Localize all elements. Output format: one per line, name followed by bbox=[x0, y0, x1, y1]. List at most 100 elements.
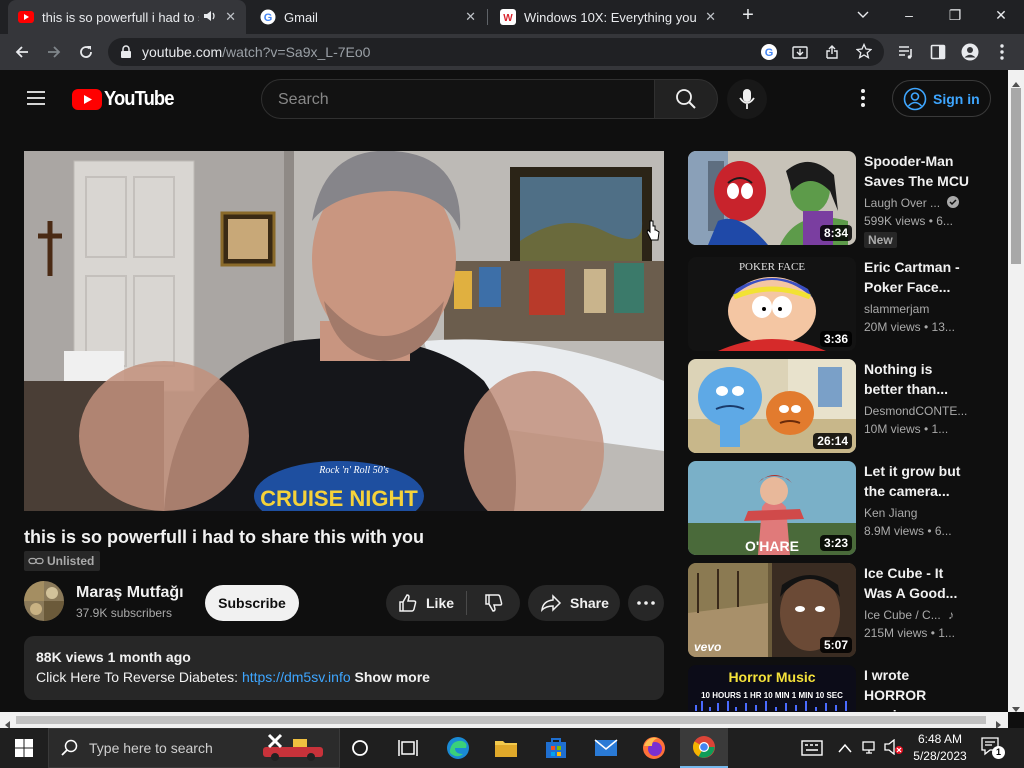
thumbnail-subcaption: 10 HOURS 1 HR 10 MIN 1 MIN 10 SEC bbox=[701, 691, 843, 700]
site-info-icon[interactable] bbox=[120, 45, 132, 64]
hamburger-menu-icon[interactable] bbox=[24, 86, 48, 115]
thumbnail-caption: Horror Music bbox=[728, 669, 815, 685]
back-arrow-icon[interactable] bbox=[10, 40, 34, 64]
close-tab-icon[interactable]: ✕ bbox=[225, 9, 236, 25]
restore-button[interactable]: ❐ bbox=[932, 0, 978, 30]
close-tab-icon[interactable]: ✕ bbox=[705, 9, 716, 25]
show-more-button[interactable]: Show more bbox=[351, 669, 430, 685]
recommended-title[interactable]: Spooder-Man Saves The MCU bbox=[864, 151, 974, 191]
recommended-video[interactable]: Horror Music 10 HOURS 1 HR 10 MIN 1 MIN … bbox=[688, 665, 988, 712]
reload-icon[interactable] bbox=[74, 40, 98, 64]
edge-browser-icon[interactable] bbox=[434, 728, 482, 768]
volume-muted-icon[interactable] bbox=[884, 738, 904, 760]
recommended-channel[interactable]: Laugh Over ... bbox=[864, 196, 960, 210]
video-thumbnail[interactable]: O'HARE 3:23 bbox=[688, 461, 856, 555]
video-thumbnail[interactable]: vevo 5:07 bbox=[688, 563, 856, 657]
share-page-icon[interactable] bbox=[824, 44, 840, 65]
forward-arrow-icon[interactable] bbox=[42, 40, 66, 64]
tab-gmail[interactable]: G Gmail ✕ bbox=[250, 0, 486, 34]
firefox-icon[interactable] bbox=[630, 728, 678, 768]
recommended-title[interactable]: I wrote HORROR musi... bbox=[864, 665, 974, 712]
task-view-icon[interactable] bbox=[384, 728, 432, 768]
microsoft-store-icon[interactable] bbox=[532, 728, 580, 768]
recommended-title[interactable]: Nothing is better than... bbox=[864, 359, 974, 399]
share-button[interactable]: Share bbox=[528, 585, 620, 621]
search-input[interactable] bbox=[278, 89, 638, 111]
channel-name[interactable]: Maraş Mutfağı bbox=[76, 584, 184, 602]
recommended-video[interactable]: 26:14 Nothing is better than... DesmondC… bbox=[688, 359, 988, 453]
recommended-channel[interactable]: Ice Cube / C... ♪ bbox=[864, 608, 954, 622]
keyboard-language-icon[interactable] bbox=[788, 728, 836, 768]
like-button[interactable]: Like bbox=[386, 585, 466, 621]
new-tab-button[interactable]: + bbox=[724, 0, 772, 30]
start-button[interactable] bbox=[0, 728, 48, 768]
url-text[interactable]: youtube.com/watch?v=Sa9x_L-7Eo0 bbox=[142, 44, 370, 60]
description-link[interactable]: https://dm5sv.info bbox=[242, 669, 351, 685]
media-controls-icon[interactable] bbox=[894, 40, 918, 64]
recommended-channel[interactable]: slammerjam bbox=[864, 302, 929, 316]
close-window-button[interactable]: ✕ bbox=[978, 0, 1024, 30]
search-button[interactable] bbox=[654, 79, 718, 119]
recommended-channel[interactable]: Ken Jiang bbox=[864, 506, 917, 520]
unlisted-badge: Unlisted bbox=[24, 551, 101, 571]
recommended-video[interactable]: POKER FACE 3:36 Eric Cartman - Poker Fac… bbox=[688, 257, 988, 351]
profile-icon[interactable] bbox=[958, 40, 982, 64]
cortana-icon[interactable] bbox=[336, 728, 384, 768]
voice-search-button[interactable] bbox=[727, 79, 767, 119]
horizontal-scroll-thumb[interactable] bbox=[16, 716, 986, 724]
subscriber-count: 37.9K subscribers bbox=[76, 606, 173, 620]
recommended-title[interactable]: Eric Cartman - Poker Face... bbox=[864, 257, 974, 297]
system-clock[interactable]: 6:48 AM 5/28/2023 bbox=[908, 731, 972, 765]
close-tab-icon[interactable]: ✕ bbox=[465, 9, 476, 25]
video-thumbnail[interactable]: Horror Music 10 HOURS 1 HR 10 MIN 1 MIN … bbox=[688, 665, 856, 712]
description-box[interactable]: 88K views 1 month ago Click Here To Reve… bbox=[24, 636, 664, 700]
bookmark-star-icon[interactable] bbox=[855, 42, 873, 64]
more-actions-button[interactable] bbox=[628, 585, 664, 621]
like-label: Like bbox=[426, 595, 455, 611]
video-thumbnail[interactable]: 8:34 bbox=[688, 151, 856, 245]
video-thumbnail[interactable]: POKER FACE 3:36 bbox=[688, 257, 856, 351]
chrome-taskbar-icon[interactable] bbox=[680, 728, 728, 768]
tab-audio-icon[interactable] bbox=[203, 9, 217, 26]
video-player[interactable]: CRUISE NIGHT Rock 'n' Roll 50's bbox=[24, 151, 664, 511]
search-icon bbox=[61, 739, 78, 756]
recommended-channel[interactable]: DesmondCONTE... bbox=[864, 404, 967, 418]
show-hidden-icons-icon[interactable] bbox=[838, 740, 852, 758]
address-bar[interactable]: youtube.com/watch?v=Sa9x_L-7Eo0 G bbox=[108, 38, 884, 66]
vertical-scroll-thumb[interactable] bbox=[1011, 88, 1021, 264]
taskbar-search-box[interactable]: Type here to search bbox=[48, 728, 340, 768]
network-icon[interactable] bbox=[862, 739, 878, 760]
video-thumbnail[interactable]: 26:14 bbox=[688, 359, 856, 453]
file-explorer-icon[interactable] bbox=[482, 728, 530, 768]
tab-youtube-video[interactable]: this is so powerfull i had to sh ✕ bbox=[8, 0, 246, 34]
subscribe-button[interactable]: Subscribe bbox=[205, 585, 299, 621]
notifications-button[interactable]: 1 bbox=[980, 736, 1006, 760]
scroll-down-icon[interactable] bbox=[1012, 700, 1020, 718]
youtube-logo[interactable]: YouTube bbox=[72, 88, 180, 111]
settings-more-icon[interactable] bbox=[860, 88, 866, 113]
thumbnail-image: Horror Music 10 HOURS 1 HR 10 MIN 1 MIN … bbox=[688, 665, 856, 712]
recommended-title[interactable]: Let it grow but the camera... bbox=[864, 461, 974, 501]
sign-in-button[interactable]: Sign in bbox=[892, 80, 991, 117]
thumbnail-caption: POKER FACE bbox=[739, 261, 805, 273]
recommended-video[interactable]: vevo 5:07 Ice Cube - It Was A Good... Ic… bbox=[688, 563, 988, 657]
more-horizontal-icon bbox=[637, 601, 655, 605]
vertical-scrollbar[interactable] bbox=[1008, 70, 1024, 712]
google-lens-icon[interactable]: G bbox=[760, 43, 778, 66]
minimize-button[interactable]: – bbox=[886, 0, 932, 30]
channel-avatar[interactable] bbox=[24, 581, 64, 621]
tab-windows-10x[interactable]: W Windows 10X: Everything you need ✕ bbox=[490, 0, 726, 34]
side-panel-icon[interactable] bbox=[926, 40, 950, 64]
chrome-menu-icon[interactable] bbox=[990, 40, 1014, 64]
mail-icon[interactable] bbox=[582, 728, 630, 768]
sign-in-label: Sign in bbox=[933, 90, 980, 107]
recommended-video[interactable]: 8:34 Spooder-Man Saves The MCU Laugh Ove… bbox=[688, 151, 988, 248]
vevo-watermark: vevo bbox=[694, 640, 721, 654]
recommended-views: 10M views • 1... bbox=[864, 422, 949, 436]
recommended-title[interactable]: Ice Cube - It Was A Good... bbox=[864, 563, 974, 603]
dislike-button[interactable] bbox=[467, 585, 520, 621]
install-app-icon[interactable] bbox=[792, 44, 808, 65]
recommended-video[interactable]: O'HARE 3:23 Let it grow but the camera..… bbox=[688, 461, 988, 555]
horizontal-scrollbar[interactable] bbox=[0, 712, 1008, 729]
tab-search-icon[interactable] bbox=[840, 0, 886, 30]
